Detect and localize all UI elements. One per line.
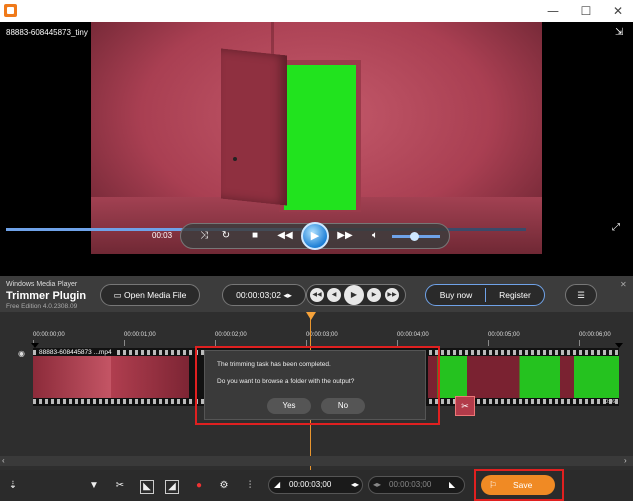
register-button[interactable]: Register (486, 284, 544, 306)
ruler-label: 00:00:00;00 (33, 332, 65, 338)
plugin-name: Trimmer Plugin (6, 290, 87, 302)
ruler-label: 00:00:04;00 (397, 332, 429, 338)
mark-out-icon[interactable]: ◢ (165, 480, 179, 494)
flag-icon: ⚐ (489, 480, 498, 490)
completion-dialog: The trimming task has been completed. Do… (204, 350, 426, 420)
thumbnail (33, 356, 111, 398)
collapse-icon[interactable]: ⇣ (6, 480, 20, 491)
host-label: Windows Media Player (6, 281, 78, 288)
timecode-field[interactable]: 00:00:03;02 ◂▸ (222, 284, 306, 306)
close-plugin-icon[interactable]: ✕ (620, 280, 627, 289)
scissors-icon[interactable]: ✂ (455, 396, 475, 416)
repeat-icon[interactable]: ↻ (219, 226, 233, 246)
plugin-edition: Free Edition 4.0.2308.09 (6, 303, 78, 310)
end-step-icon: ◂▸ (373, 480, 382, 489)
ruler-tick (488, 340, 489, 346)
go-start-icon[interactable]: ◀◀ (310, 288, 324, 302)
open-media-label: Open Media File (124, 290, 187, 300)
step-forward-icon[interactable]: ▶ (367, 288, 381, 302)
current-time: 00:03 (152, 231, 173, 240)
shuffle-icon[interactable]: ⤨ (197, 226, 211, 246)
switch-view-icon[interactable]: ⇲ (615, 27, 623, 38)
timeline-scrollbar[interactable] (0, 456, 633, 466)
go-end-icon[interactable]: ▶▶ (385, 288, 399, 302)
settings-icon[interactable]: ⚙ (217, 480, 231, 491)
scroll-left-icon[interactable]: ‹ (2, 456, 5, 465)
ruler-label: 00:00:02;00 (215, 332, 247, 338)
no-button[interactable]: No (321, 398, 365, 414)
end-flag-icon: ◣ (449, 480, 456, 489)
step-arrows-icon: ◂▸ (281, 290, 292, 300)
save-label: Save (513, 480, 533, 490)
save-button[interactable]: ⚐ Save (481, 475, 555, 495)
step-back-icon[interactable]: ◀ (327, 288, 341, 302)
previous-icon[interactable]: ◀◀ (275, 226, 295, 246)
fullscreen-icon[interactable]: ⤢ (612, 222, 620, 233)
start-time-value: 00:00:03;00 (289, 480, 332, 489)
end-time-field[interactable]: ◂▸ 00:00:03;00 ◣ (368, 476, 465, 494)
scroll-right-icon[interactable]: › (624, 456, 627, 465)
playhead-handle-icon[interactable] (306, 312, 316, 320)
ruler-label: 00:00:01;00 (124, 332, 156, 338)
dialog-message: The trimming task has been completed. (217, 361, 331, 368)
eye-icon[interactable]: ◉ (18, 349, 25, 358)
play-icon[interactable]: ▶ (301, 222, 329, 250)
start-step-icon: ◂▸ (351, 480, 360, 489)
plugin-play-icon[interactable]: ▶ (344, 285, 364, 305)
end-time-value: 00:00:03;00 (389, 480, 432, 489)
equalizer-icon[interactable]: ⫶ (243, 480, 257, 491)
folder-icon: ▭ (113, 290, 125, 300)
menu-button[interactable]: ☰ (565, 284, 597, 306)
close-button[interactable]: ✕ (603, 0, 633, 22)
timecode-value: 00:00:03;02 (236, 290, 281, 300)
filter-icon[interactable]: ▼ (87, 480, 101, 491)
yes-button[interactable]: Yes (267, 398, 311, 414)
video-title: 88883-608445873_tiny (6, 28, 88, 37)
record-icon[interactable]: ● (192, 480, 206, 491)
mark-in-icon[interactable]: ◣ (140, 480, 154, 494)
ruler-tick (124, 340, 125, 346)
ruler-label: 00:00:05;00 (488, 332, 520, 338)
next-icon[interactable]: ▶▶ (335, 226, 355, 246)
track-label: 88883-608445873 ...mp4 (37, 349, 114, 356)
video-frame (91, 22, 542, 254)
buy-now-button[interactable]: Buy now (427, 284, 485, 306)
dialog-question: Do you want to browse a folder with the … (217, 378, 355, 385)
track-end-time: 0:06 (605, 399, 615, 405)
volume-knob[interactable] (410, 232, 419, 241)
volume-icon[interactable]: 🔈︎ (368, 226, 382, 246)
maximize-button[interactable]: ☐ (571, 0, 601, 22)
title-bar: — ☐ ✕ (0, 0, 633, 22)
ruler-label: 00:00:06;00 (579, 332, 611, 338)
minimize-button[interactable]: — (538, 0, 568, 22)
start-time-field[interactable]: ◢ 00:00:03;00 ◂▸ (268, 476, 363, 494)
ruler-tick (579, 340, 580, 346)
hamburger-icon: ☰ (577, 290, 585, 300)
cut-icon[interactable]: ✂ (113, 480, 127, 491)
green-screen (284, 65, 356, 210)
start-flag-icon: ◢ (274, 480, 281, 489)
open-media-button[interactable]: ▭ Open Media File (100, 284, 200, 306)
stop-icon[interactable]: ■ (248, 226, 262, 246)
thumbnail (506, 356, 619, 398)
door-knob (233, 157, 237, 161)
door (221, 48, 287, 206)
thumbnail (111, 356, 189, 398)
app-icon (4, 4, 17, 17)
